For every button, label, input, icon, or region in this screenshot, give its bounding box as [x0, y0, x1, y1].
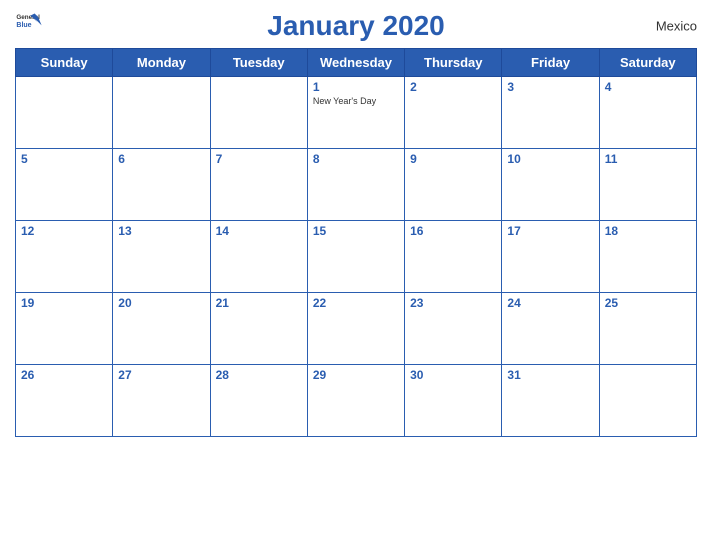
calendar-day-cell — [16, 77, 113, 149]
day-number: 18 — [605, 224, 691, 238]
day-number: 6 — [118, 152, 204, 166]
day-number: 24 — [507, 296, 593, 310]
day-number: 29 — [313, 368, 399, 382]
calendar-day-cell: 9 — [405, 149, 502, 221]
day-number: 14 — [216, 224, 302, 238]
weekday-header-row: SundayMondayTuesdayWednesdayThursdayFrid… — [16, 49, 697, 77]
calendar-day-cell: 3 — [502, 77, 599, 149]
day-number: 1 — [313, 80, 399, 94]
calendar-day-cell: 10 — [502, 149, 599, 221]
day-number: 8 — [313, 152, 399, 166]
calendar-table: SundayMondayTuesdayWednesdayThursdayFrid… — [15, 48, 697, 437]
calendar-day-cell: 25 — [599, 293, 696, 365]
day-number: 25 — [605, 296, 691, 310]
calendar-day-cell: 31 — [502, 365, 599, 437]
day-number: 3 — [507, 80, 593, 94]
day-number: 30 — [410, 368, 496, 382]
calendar-week-row: 19 20 21 22 23 24 25 — [16, 293, 697, 365]
weekday-header-cell: Monday — [113, 49, 210, 77]
weekday-header-cell: Wednesday — [307, 49, 404, 77]
calendar-day-cell: 23 — [405, 293, 502, 365]
calendar-day-cell: 8 — [307, 149, 404, 221]
day-number: 11 — [605, 152, 691, 166]
day-number: 22 — [313, 296, 399, 310]
weekday-header-cell: Saturday — [599, 49, 696, 77]
logo-icon: General Blue — [15, 10, 43, 38]
calendar-day-cell: 13 — [113, 221, 210, 293]
calendar-wrapper: General Blue January 2020 Mexico SundayM… — [0, 0, 712, 550]
calendar-day-cell: 12 — [16, 221, 113, 293]
calendar-day-cell: 24 — [502, 293, 599, 365]
calendar-day-cell: 6 — [113, 149, 210, 221]
calendar-day-cell — [113, 77, 210, 149]
calendar-title: January 2020 — [267, 10, 444, 42]
calendar-day-cell — [210, 77, 307, 149]
day-number: 12 — [21, 224, 107, 238]
calendar-day-cell: 19 — [16, 293, 113, 365]
calendar-day-cell: 26 — [16, 365, 113, 437]
day-number: 21 — [216, 296, 302, 310]
calendar-day-cell: 15 — [307, 221, 404, 293]
day-number: 28 — [216, 368, 302, 382]
weekday-header-cell: Thursday — [405, 49, 502, 77]
day-number: 27 — [118, 368, 204, 382]
day-number: 15 — [313, 224, 399, 238]
calendar-day-cell: 30 — [405, 365, 502, 437]
day-number: 26 — [21, 368, 107, 382]
weekday-header-cell: Friday — [502, 49, 599, 77]
calendar-day-cell: 1 New Year's Day — [307, 77, 404, 149]
calendar-day-cell: 29 — [307, 365, 404, 437]
calendar-day-cell: 16 — [405, 221, 502, 293]
calendar-day-cell: 28 — [210, 365, 307, 437]
calendar-week-row: 12 13 14 15 16 17 18 — [16, 221, 697, 293]
calendar-day-cell: 22 — [307, 293, 404, 365]
day-number: 19 — [21, 296, 107, 310]
calendar-header: General Blue January 2020 Mexico — [15, 10, 697, 42]
weekday-header-cell: Tuesday — [210, 49, 307, 77]
day-number: 9 — [410, 152, 496, 166]
day-number: 23 — [410, 296, 496, 310]
weekday-header-cell: Sunday — [16, 49, 113, 77]
day-number: 17 — [507, 224, 593, 238]
day-number: 5 — [21, 152, 107, 166]
calendar-day-cell: 20 — [113, 293, 210, 365]
calendar-day-cell: 11 — [599, 149, 696, 221]
calendar-day-cell: 18 — [599, 221, 696, 293]
calendar-week-row: 26 27 28 29 30 31 — [16, 365, 697, 437]
calendar-day-cell: 2 — [405, 77, 502, 149]
calendar-day-cell: 27 — [113, 365, 210, 437]
calendar-day-cell: 7 — [210, 149, 307, 221]
day-number: 4 — [605, 80, 691, 94]
calendar-body: 1New Year's Day2345678910111213141516171… — [16, 77, 697, 437]
calendar-day-cell: 4 — [599, 77, 696, 149]
holiday-label: New Year's Day — [313, 96, 399, 106]
logo-area: General Blue — [15, 10, 46, 38]
calendar-day-cell: 21 — [210, 293, 307, 365]
day-number: 13 — [118, 224, 204, 238]
day-number: 31 — [507, 368, 593, 382]
calendar-day-cell: 17 — [502, 221, 599, 293]
day-number: 10 — [507, 152, 593, 166]
country-label: Mexico — [656, 19, 697, 34]
day-number: 20 — [118, 296, 204, 310]
calendar-day-cell: 5 — [16, 149, 113, 221]
day-number: 2 — [410, 80, 496, 94]
calendar-day-cell — [599, 365, 696, 437]
calendar-day-cell: 14 — [210, 221, 307, 293]
day-number: 16 — [410, 224, 496, 238]
calendar-week-row: 56789 10 11 — [16, 149, 697, 221]
calendar-week-row: 1 New Year's Day 234 — [16, 77, 697, 149]
svg-text:Blue: Blue — [16, 22, 31, 29]
day-number: 7 — [216, 152, 302, 166]
